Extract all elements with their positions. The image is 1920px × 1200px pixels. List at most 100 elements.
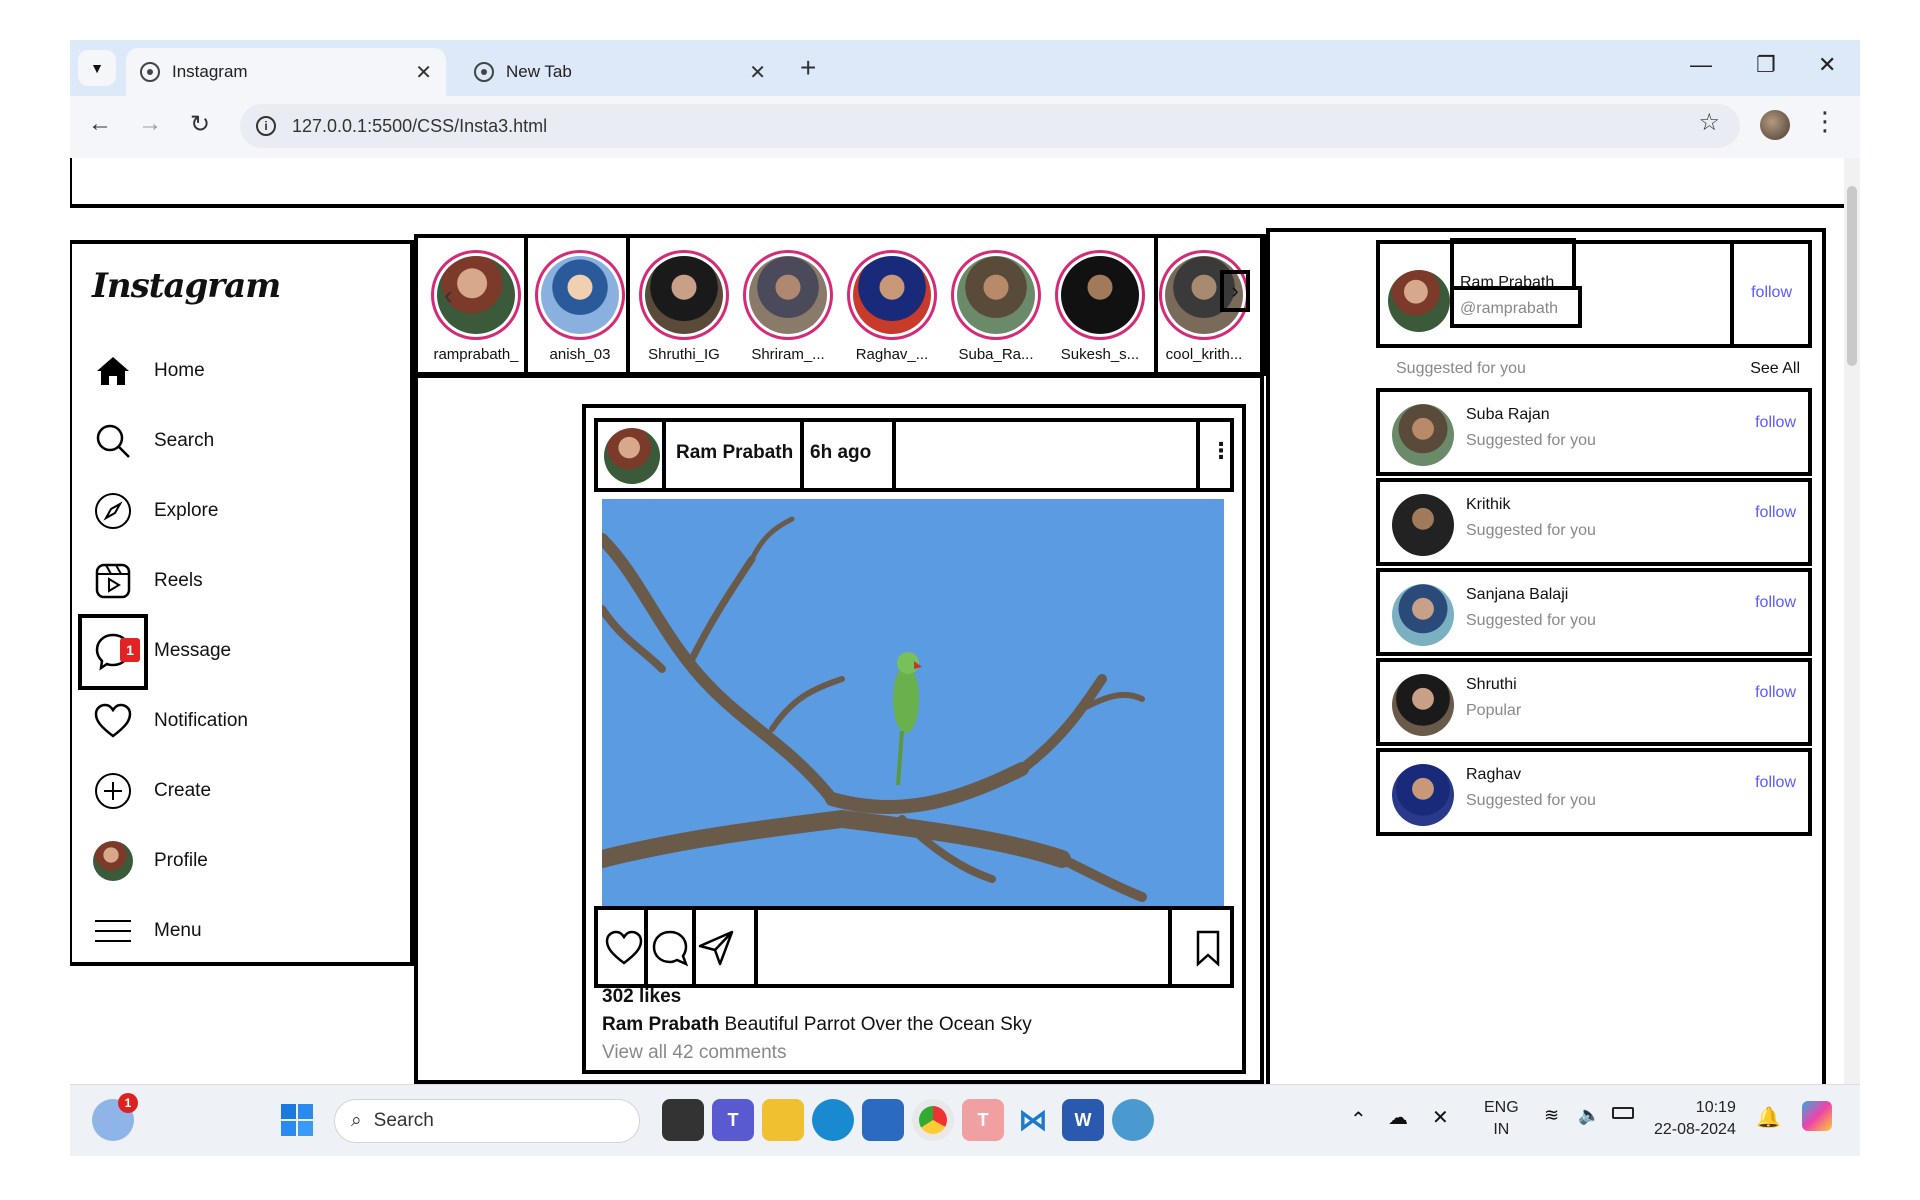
- post-image[interactable]: [602, 499, 1224, 907]
- caption-username[interactable]: Ram Prabath: [602, 1014, 719, 1035]
- restore-icon[interactable]: ❐: [1756, 52, 1776, 78]
- sidebar-item-menu[interactable]: Menu: [92, 906, 202, 956]
- post-options-icon[interactable]: ⋮: [1210, 438, 1232, 464]
- suggestion-item[interactable]: Shruthi Popular follow: [1376, 658, 1812, 746]
- sidebar: Instagram Home Search Explore Reels 1 Me…: [70, 240, 414, 966]
- like-heart-icon[interactable]: [604, 928, 644, 968]
- page-viewport: Instagram Home Search Explore Reels 1 Me…: [70, 158, 1860, 1084]
- scrollbar-thumb[interactable]: [1847, 186, 1857, 366]
- name-highlight-box: [1450, 238, 1576, 290]
- onedrive-icon[interactable]: ☁: [1388, 1105, 1408, 1130]
- suggestion-name: Krithik: [1466, 496, 1511, 513]
- sidebar-item-notification[interactable]: Notification: [92, 696, 248, 746]
- teams-icon[interactable]: T: [712, 1099, 754, 1141]
- post-caption: Ram Prabath Beautiful Parrot Over the Oc…: [602, 1014, 1032, 1036]
- message-highlight-box: [78, 614, 148, 690]
- suggestion-name: Sanjana Balaji: [1466, 586, 1569, 603]
- story-ring: [951, 250, 1041, 340]
- suggestion-item[interactable]: Krithik Suggested for you follow: [1376, 478, 1812, 566]
- address-bar[interactable]: i 127.0.0.1:5500/CSS/Insta3.html: [240, 104, 1740, 148]
- bookmark-star-icon[interactable]: ☆: [1698, 108, 1720, 137]
- language-indicator[interactable]: ENG IN: [1484, 1097, 1519, 1141]
- paint-icon[interactable]: [1112, 1099, 1154, 1141]
- copilot-icon[interactable]: [1802, 1101, 1832, 1131]
- suggestion-reason: Suggested for you: [1466, 522, 1596, 539]
- close-tab-icon[interactable]: ✕: [749, 60, 766, 85]
- clock[interactable]: 10:19 22-08-2024: [1654, 1097, 1736, 1141]
- story-next-icon[interactable]: ›: [1220, 270, 1250, 312]
- story-username: Suba_Ra...: [958, 346, 1034, 363]
- follow-button[interactable]: follow: [1755, 774, 1796, 792]
- tray-overflow-icon[interactable]: ⌃: [1350, 1107, 1367, 1132]
- instagram-logo[interactable]: Instagram: [92, 266, 281, 306]
- site-info-icon[interactable]: i: [256, 116, 276, 136]
- sidebar-item-profile[interactable]: Profile: [92, 836, 208, 886]
- post-username[interactable]: Ram Prabath: [676, 442, 793, 464]
- edge-icon[interactable]: [812, 1099, 854, 1141]
- file-explorer-icon[interactable]: [762, 1099, 804, 1141]
- story-item[interactable]: Suba_Ra...: [944, 250, 1048, 363]
- avatar: [1392, 494, 1454, 556]
- mic-muted-icon[interactable]: ✕: [1432, 1105, 1449, 1130]
- follow-button[interactable]: follow: [1755, 504, 1796, 522]
- tab-new-tab[interactable]: New Tab ✕: [460, 48, 780, 96]
- follow-button[interactable]: follow: [1755, 684, 1796, 702]
- bookmark-icon[interactable]: [1188, 928, 1228, 968]
- start-windows-icon[interactable]: [276, 1099, 318, 1141]
- suggestion-item[interactable]: Raghav Suggested for you follow: [1376, 748, 1812, 836]
- share-send-icon[interactable]: [696, 928, 736, 968]
- follow-button[interactable]: follow: [1751, 284, 1792, 302]
- notification-bell-icon[interactable]: 🔔: [1756, 1105, 1781, 1130]
- browser-profile-avatar[interactable]: [1760, 110, 1790, 140]
- sidebar-item-reels[interactable]: Reels: [92, 556, 203, 606]
- sidebar-item-home[interactable]: Home: [92, 346, 205, 396]
- avatar: [853, 256, 931, 334]
- sidebar-item-label: Message: [154, 640, 232, 661]
- search-icon: ⌕: [351, 1110, 362, 1131]
- back-icon[interactable]: ←: [88, 110, 112, 138]
- battery-icon[interactable]: [1612, 1107, 1634, 1119]
- sidebar-item-search[interactable]: Search: [92, 416, 214, 466]
- taskbar-search-input[interactable]: ⌕ Search: [334, 1099, 640, 1143]
- story-item[interactable]: Sukesh_s...: [1048, 250, 1152, 363]
- suggestion-item[interactable]: Suba Rajan Suggested for you follow: [1376, 388, 1812, 476]
- wifi-icon[interactable]: ≋: [1544, 1105, 1559, 1126]
- story-item[interactable]: Shruthi_IG: [632, 250, 736, 363]
- avatar[interactable]: [1388, 270, 1450, 332]
- word-icon[interactable]: W: [1062, 1099, 1104, 1141]
- new-tab-icon[interactable]: +: [800, 52, 816, 84]
- forward-icon[interactable]: →: [138, 110, 162, 138]
- sidebar-item-explore[interactable]: Explore: [92, 486, 218, 536]
- sidebar-item-create[interactable]: Create: [92, 766, 211, 816]
- post-avatar[interactable]: [604, 428, 660, 484]
- chrome-icon[interactable]: [912, 1099, 954, 1141]
- follow-button[interactable]: follow: [1755, 414, 1796, 432]
- view-comments-link[interactable]: View all 42 comments: [602, 1042, 786, 1064]
- vscode-icon[interactable]: ⋈: [1012, 1099, 1054, 1141]
- reload-icon[interactable]: ↻: [190, 110, 210, 139]
- browser-menu-icon[interactable]: ⋮: [1812, 106, 1838, 137]
- minimize-icon[interactable]: —: [1690, 52, 1712, 78]
- tab-search-dropdown-icon[interactable]: ▼: [78, 50, 116, 86]
- volume-icon[interactable]: 🔈: [1578, 1105, 1600, 1126]
- comment-icon[interactable]: [650, 928, 690, 968]
- story-item[interactable]: Raghav_...: [840, 250, 944, 363]
- teams-work-icon[interactable]: T: [962, 1099, 1004, 1141]
- follow-button[interactable]: follow: [1755, 594, 1796, 612]
- story-username: Shriram_...: [751, 346, 825, 363]
- tab-instagram[interactable]: Instagram ✕: [126, 48, 446, 96]
- task-view-icon[interactable]: [662, 1099, 704, 1141]
- weather-widget-icon[interactable]: 1: [92, 1093, 138, 1141]
- window-close-icon[interactable]: ✕: [1818, 52, 1836, 78]
- suggestion-item[interactable]: Sanjana Balaji Suggested for you follow: [1376, 568, 1812, 656]
- story-prev-icon[interactable]: ‹: [444, 280, 453, 311]
- page-scrollbar[interactable]: [1844, 158, 1860, 1084]
- story-ring: [743, 250, 833, 340]
- close-tab-icon[interactable]: ✕: [415, 60, 432, 85]
- post-time: 6h ago: [810, 442, 872, 463]
- divider: [1168, 908, 1172, 986]
- see-all-link[interactable]: See All: [1750, 360, 1800, 378]
- divider: [662, 420, 666, 490]
- story-item[interactable]: Shriram_...: [736, 250, 840, 363]
- store-icon[interactable]: [862, 1099, 904, 1141]
